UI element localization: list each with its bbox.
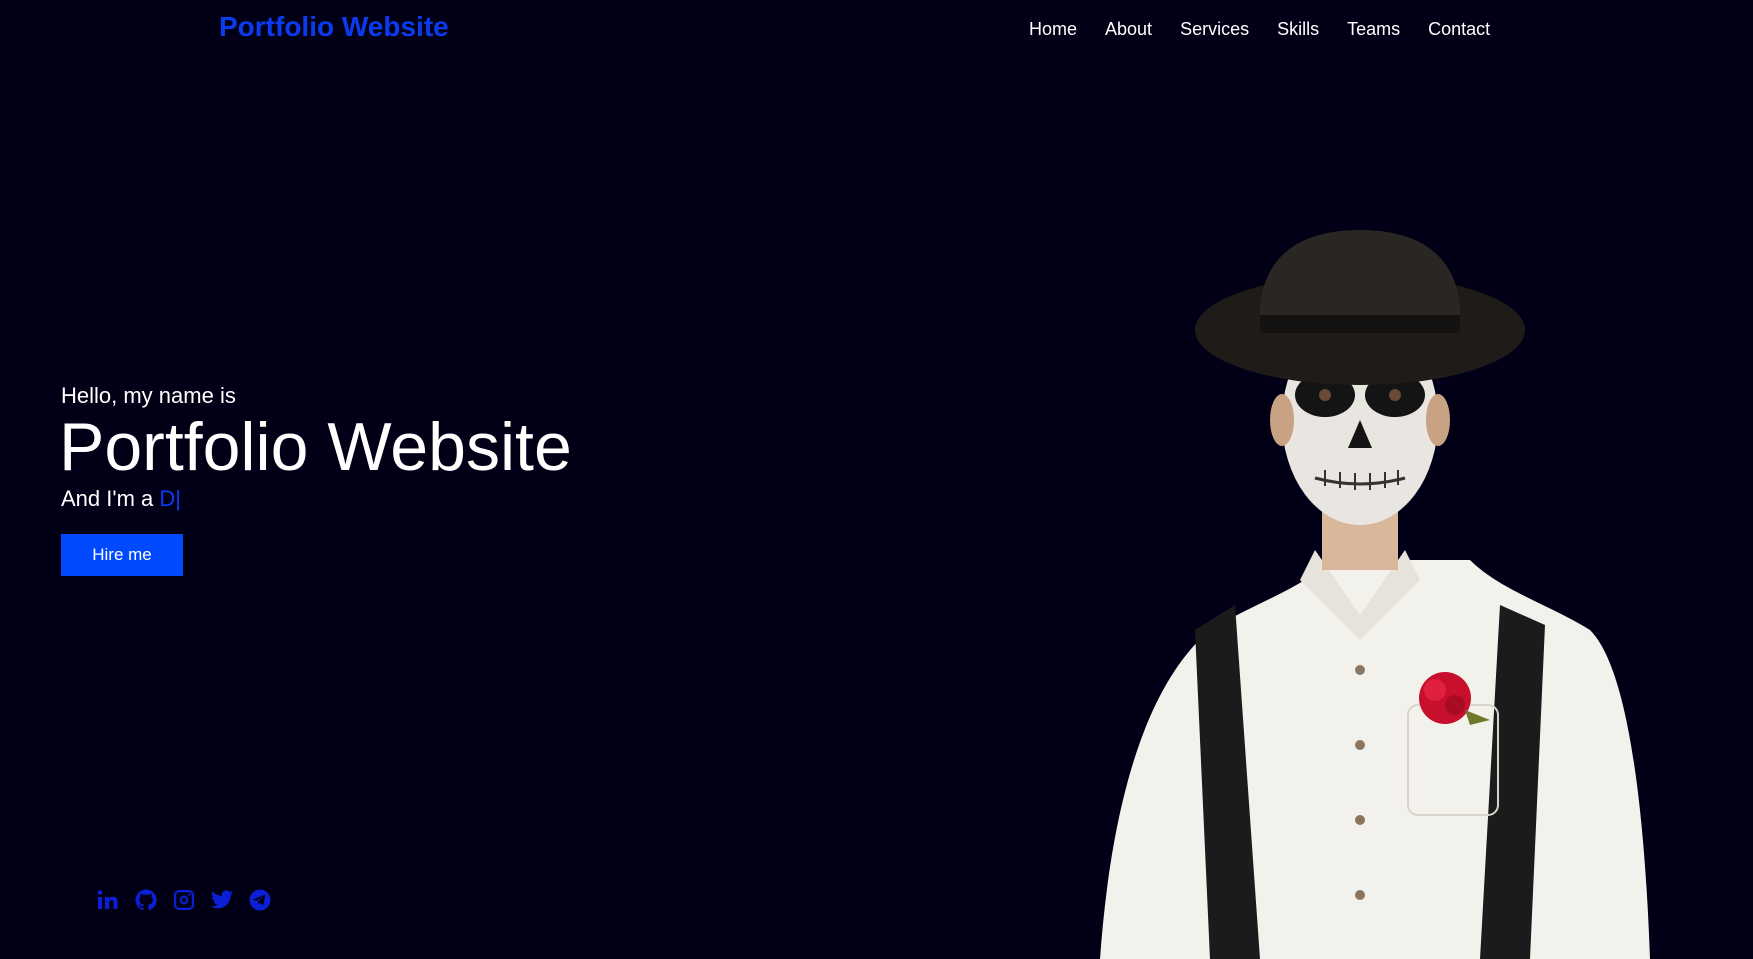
- social-links: [96, 888, 272, 912]
- typing-cursor: |: [175, 486, 181, 511]
- telegram-icon[interactable]: [248, 888, 272, 912]
- hero-role-prefix: And I'm a: [61, 486, 160, 511]
- nav-contact[interactable]: Contact: [1428, 17, 1490, 41]
- linkedin-icon[interactable]: [96, 888, 120, 912]
- nav-home[interactable]: Home: [1029, 17, 1077, 41]
- hero-role-typed: D: [159, 486, 176, 511]
- nav-about[interactable]: About: [1105, 17, 1152, 41]
- instagram-icon[interactable]: [172, 888, 196, 912]
- nav-services[interactable]: Services: [1180, 17, 1249, 41]
- hire-me-button[interactable]: Hire me: [61, 534, 183, 576]
- hero-name: Portfolio Website: [59, 409, 572, 485]
- nav-skills[interactable]: Skills: [1277, 17, 1319, 41]
- portrait-image: [1100, 230, 1650, 959]
- github-icon[interactable]: [134, 888, 158, 912]
- site-logo[interactable]: Portfolio Website: [219, 11, 449, 43]
- page: Portfolio Website Home About Services Sk…: [0, 0, 1753, 959]
- hero-greeting: Hello, my name is: [61, 383, 236, 408]
- hero-role-line: And I'm a D|: [61, 486, 181, 512]
- twitter-icon[interactable]: [210, 888, 234, 912]
- nav-teams[interactable]: Teams: [1347, 17, 1400, 41]
- main-nav: Home About Services Skills Teams Contact: [1029, 17, 1518, 41]
